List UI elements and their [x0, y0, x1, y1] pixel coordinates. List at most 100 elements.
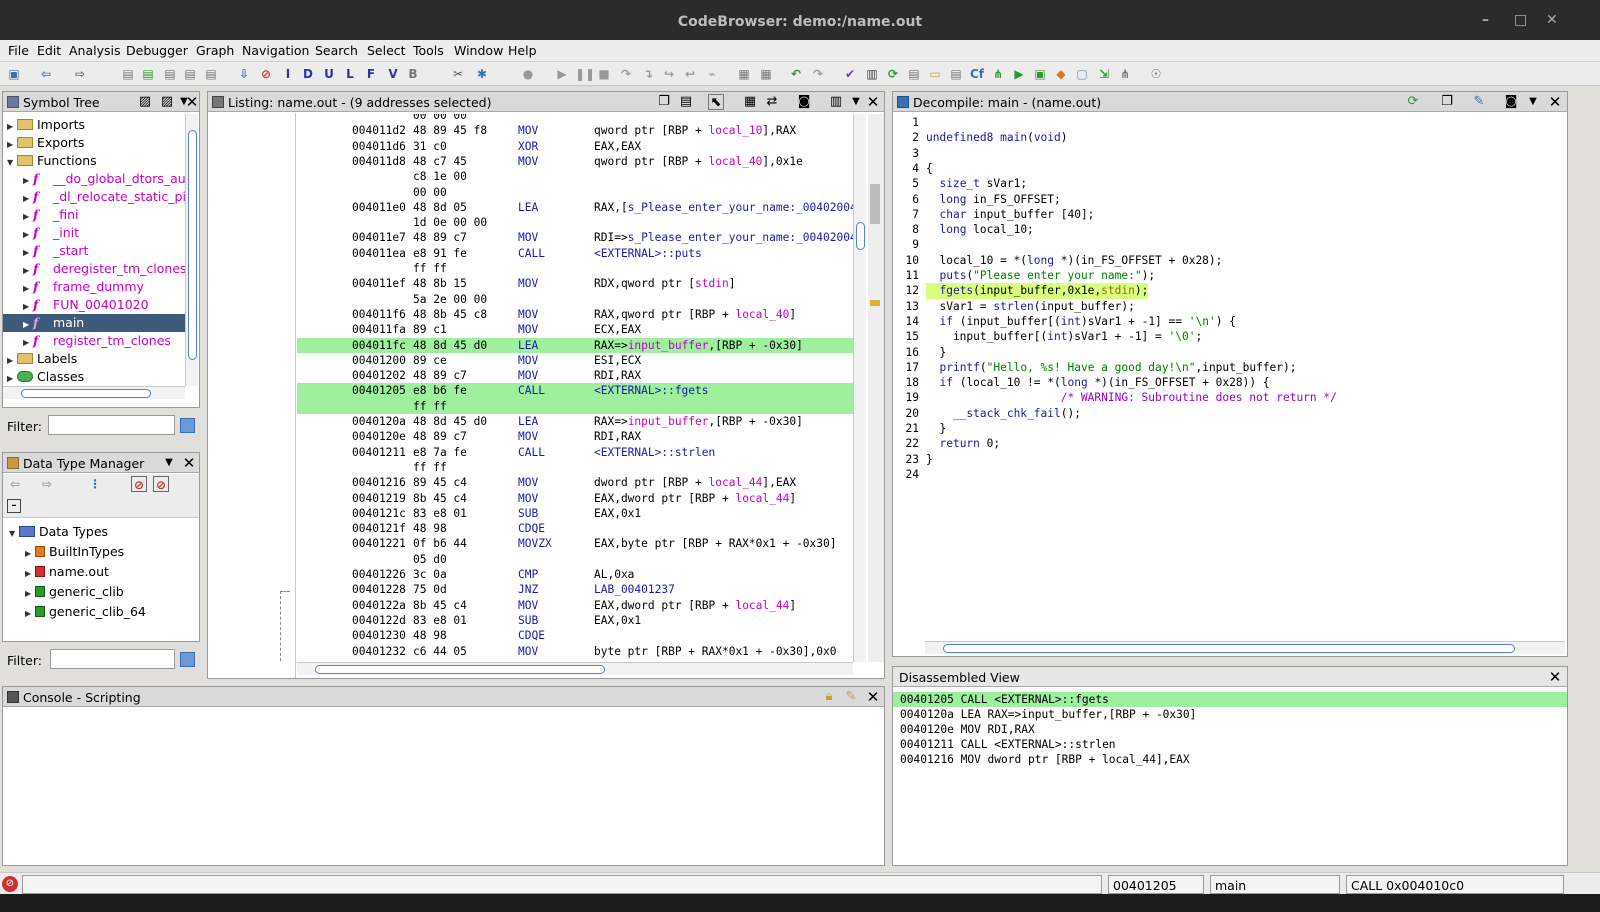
- listing-row[interactable]: 00 00 00: [297, 114, 853, 123]
- nav-func-icon[interactable]: ▤: [203, 66, 219, 82]
- listing-icon[interactable]: ▤: [906, 66, 922, 82]
- down-arrow-icon[interactable]: ⇩: [236, 66, 252, 82]
- edit-signature-icon[interactable]: ✎: [1471, 94, 1487, 110]
- tree-item-builtin[interactable]: ▶ BuiltInTypes: [25, 543, 124, 561]
- data-type-filter-input[interactable]: [50, 649, 175, 669]
- listing-row[interactable]: 004011ea e8 91 fe CALL <EXTERNAL>::puts: [297, 246, 853, 261]
- listing-row[interactable]: 00 00: [297, 185, 853, 200]
- listing-row[interactable]: 00401205 e8 b6 fe CALL <EXTERNAL>::fgets: [297, 383, 853, 399]
- menu-debugger[interactable]: Debugger: [126, 43, 188, 58]
- window-icon[interactable]: ▢: [1074, 66, 1090, 82]
- listing-row[interactable]: 0040122a 8b 45 c4 MOV EAX,dword ptr [RBP + …: [297, 598, 853, 613]
- debug-record-icon[interactable]: ●: [520, 66, 536, 82]
- listing-row[interactable]: 00401230 48 98 CDQE: [297, 628, 853, 643]
- close-console-icon[interactable]: ✕: [865, 689, 881, 705]
- decompile-line[interactable]: 7 char input_buffer [40];: [893, 207, 1567, 222]
- tree-item-data-types[interactable]: ▼ Data Types: [9, 523, 108, 541]
- edit-fields-icon[interactable]: ▦: [742, 94, 758, 110]
- filter-options-icon[interactable]: [180, 652, 195, 667]
- tree-item-labels[interactable]: ▶ Labels: [7, 350, 77, 368]
- close-window-icon[interactable]: ✕: [1546, 12, 1558, 28]
- tree-item-functions[interactable]: ▼ Functions: [7, 152, 97, 170]
- decompile-line[interactable]: 6 long in_FS_OFFSET;: [893, 192, 1567, 207]
- decompile-line[interactable]: 2 undefined8 main(void): [893, 130, 1567, 145]
- symbol-filter-input[interactable]: [48, 415, 175, 435]
- f-icon[interactable]: F: [363, 66, 379, 82]
- listing-row[interactable]: 00401211 e8 7a fe CALL <EXTERNAL>::strlen: [297, 445, 853, 460]
- symbol-tree-vscroll[interactable]: [185, 114, 198, 386]
- disassembled-line[interactable]: 00401216 MOV dword ptr [RBP + local_44],…: [893, 752, 1567, 767]
- tree-item-function[interactable]: ▶ f _init: [23, 224, 79, 242]
- tree-item-function[interactable]: ▶ f FUN_00401020: [23, 296, 149, 314]
- listing-row[interactable]: 00401216 89 45 c4 MOV dword ptr [RBP + loca…: [297, 475, 853, 490]
- close-listing-icon[interactable]: ✕: [865, 94, 881, 110]
- scroll-thumb[interactable]: [315, 665, 605, 674]
- debug-resume-icon[interactable]: ▶: [554, 66, 570, 82]
- scroll-thumb[interactable]: [21, 389, 151, 398]
- debug-stop-icon[interactable]: ■: [596, 66, 612, 82]
- scroll-thumb[interactable]: [943, 644, 1515, 653]
- panel-menu-icon[interactable]: ▼: [848, 94, 864, 110]
- debug-finish-icon[interactable]: ↩: [682, 66, 698, 82]
- listing-row[interactable]: 004011d2 48 89 45 f8 MOV qword ptr [RBP + l…: [297, 123, 853, 138]
- decompile-line[interactable]: 4{: [893, 161, 1567, 176]
- listing-row[interactable]: 0040122d 83 e8 01 SUB EAX,0x1: [297, 613, 853, 628]
- listing-row[interactable]: 00401228 75 0d JNZ LAB_00401237: [297, 582, 853, 597]
- help-icon[interactable]: ☉: [1148, 66, 1164, 82]
- run-icon[interactable]: ▶: [1011, 66, 1027, 82]
- listing-row[interactable]: 00401200 89 ce MOV ESI,ECX: [297, 353, 853, 368]
- disassembled-line[interactable]: 0040120e MOV RDI,RAX: [893, 722, 1567, 737]
- listing-row[interactable]: 00401226 3c 0a CMP AL,0xa: [297, 567, 853, 582]
- clear-console-icon[interactable]: ✎: [843, 689, 859, 705]
- menu-help[interactable]: Help: [508, 43, 537, 58]
- bytes-icon[interactable]: ▥: [864, 66, 880, 82]
- menu-select[interactable]: Select: [367, 43, 406, 58]
- collapse-icon[interactable]: –: [7, 499, 21, 513]
- tree-item-classes[interactable]: ▶ Classes: [7, 368, 84, 386]
- b-icon[interactable]: B: [405, 66, 421, 82]
- listing-row[interactable]: 0040120a 48 8d 45 d0 LEA RAX=>input_buffer,…: [297, 414, 853, 429]
- listing-row[interactable]: 004011fc 48 8d 45 d0 LEA RAX=>input_buffer,…: [297, 337, 853, 353]
- back-icon[interactable]: ⇦: [7, 476, 23, 492]
- layout-icon[interactable]: ▥: [828, 94, 844, 110]
- forward-icon[interactable]: ⇨: [72, 66, 88, 82]
- debug-step-over-icon[interactable]: ↪: [661, 66, 677, 82]
- decompile-hscroll[interactable]: [925, 641, 1565, 654]
- menu-search[interactable]: Search: [315, 43, 358, 58]
- listing-row[interactable]: 004011d6 31 c0 XOR EAX,EAX: [297, 139, 853, 154]
- no-icon[interactable]: ⊘: [258, 66, 274, 82]
- close-data-type-manager-icon[interactable]: ✕: [181, 455, 197, 471]
- decompile-line[interactable]: 1: [893, 115, 1567, 130]
- listing-row[interactable]: ff ff: [297, 460, 853, 475]
- forward-icon[interactable]: ⇨: [39, 476, 55, 492]
- filter-arrays-icon[interactable]: ⊘: [131, 476, 147, 492]
- listing-row[interactable]: 004011e7 48 89 c7 MOV RDI=>s_Please_enter_y…: [297, 230, 853, 245]
- snapshot-icon[interactable]: ◙: [796, 94, 812, 110]
- listing-row[interactable]: ff ff: [297, 261, 853, 276]
- console-output[interactable]: [3, 708, 884, 865]
- copy-icon[interactable]: ❐: [656, 94, 672, 110]
- nav-data-icon[interactable]: ▤: [140, 66, 156, 82]
- debug-step-icon[interactable]: ↷: [618, 66, 634, 82]
- tree-item-function[interactable]: ▶ f frame_dummy: [23, 278, 144, 296]
- disassembled-line[interactable]: 00401211 CALL <EXTERNAL>::strlen: [893, 737, 1567, 752]
- undo-icon[interactable]: ↶: [788, 66, 804, 82]
- listing-row[interactable]: 0040121c 83 e8 01 SUB EAX,0x1: [297, 506, 853, 521]
- decompile-line[interactable]: 24: [893, 467, 1567, 482]
- l-icon[interactable]: L: [342, 66, 358, 82]
- cursor-tracking-icon[interactable]: ⬉: [708, 94, 724, 110]
- save-icon[interactable]: ▣: [6, 66, 22, 82]
- debug-disconnect-icon[interactable]: ⌁: [704, 66, 720, 82]
- listing-row[interactable]: 004011fa 89 c1 MOV ECX,EAX: [297, 322, 853, 337]
- maximize-icon[interactable]: □: [1514, 12, 1527, 28]
- create-class-icon[interactable]: ▨: [159, 94, 175, 110]
- menu-graph[interactable]: Graph: [196, 43, 234, 58]
- redo-icon[interactable]: ↷: [810, 66, 826, 82]
- tree-item-exports[interactable]: ▶ Exports: [7, 134, 84, 152]
- decompile-line[interactable]: 18 if (local_10 != *(long *)(in_FS_OFFSE…: [893, 375, 1567, 390]
- close-decompile-icon[interactable]: ✕: [1547, 94, 1563, 110]
- memory-icon[interactable]: ▦: [736, 66, 752, 82]
- graph-icon[interactable]: ⋔: [990, 66, 1006, 82]
- tree-item-function[interactable]: ▶ f __do_global_dtors_aux: [23, 170, 185, 188]
- disassembled-line[interactable]: 00401205 CALL <EXTERNAL>::fgets: [893, 692, 1567, 707]
